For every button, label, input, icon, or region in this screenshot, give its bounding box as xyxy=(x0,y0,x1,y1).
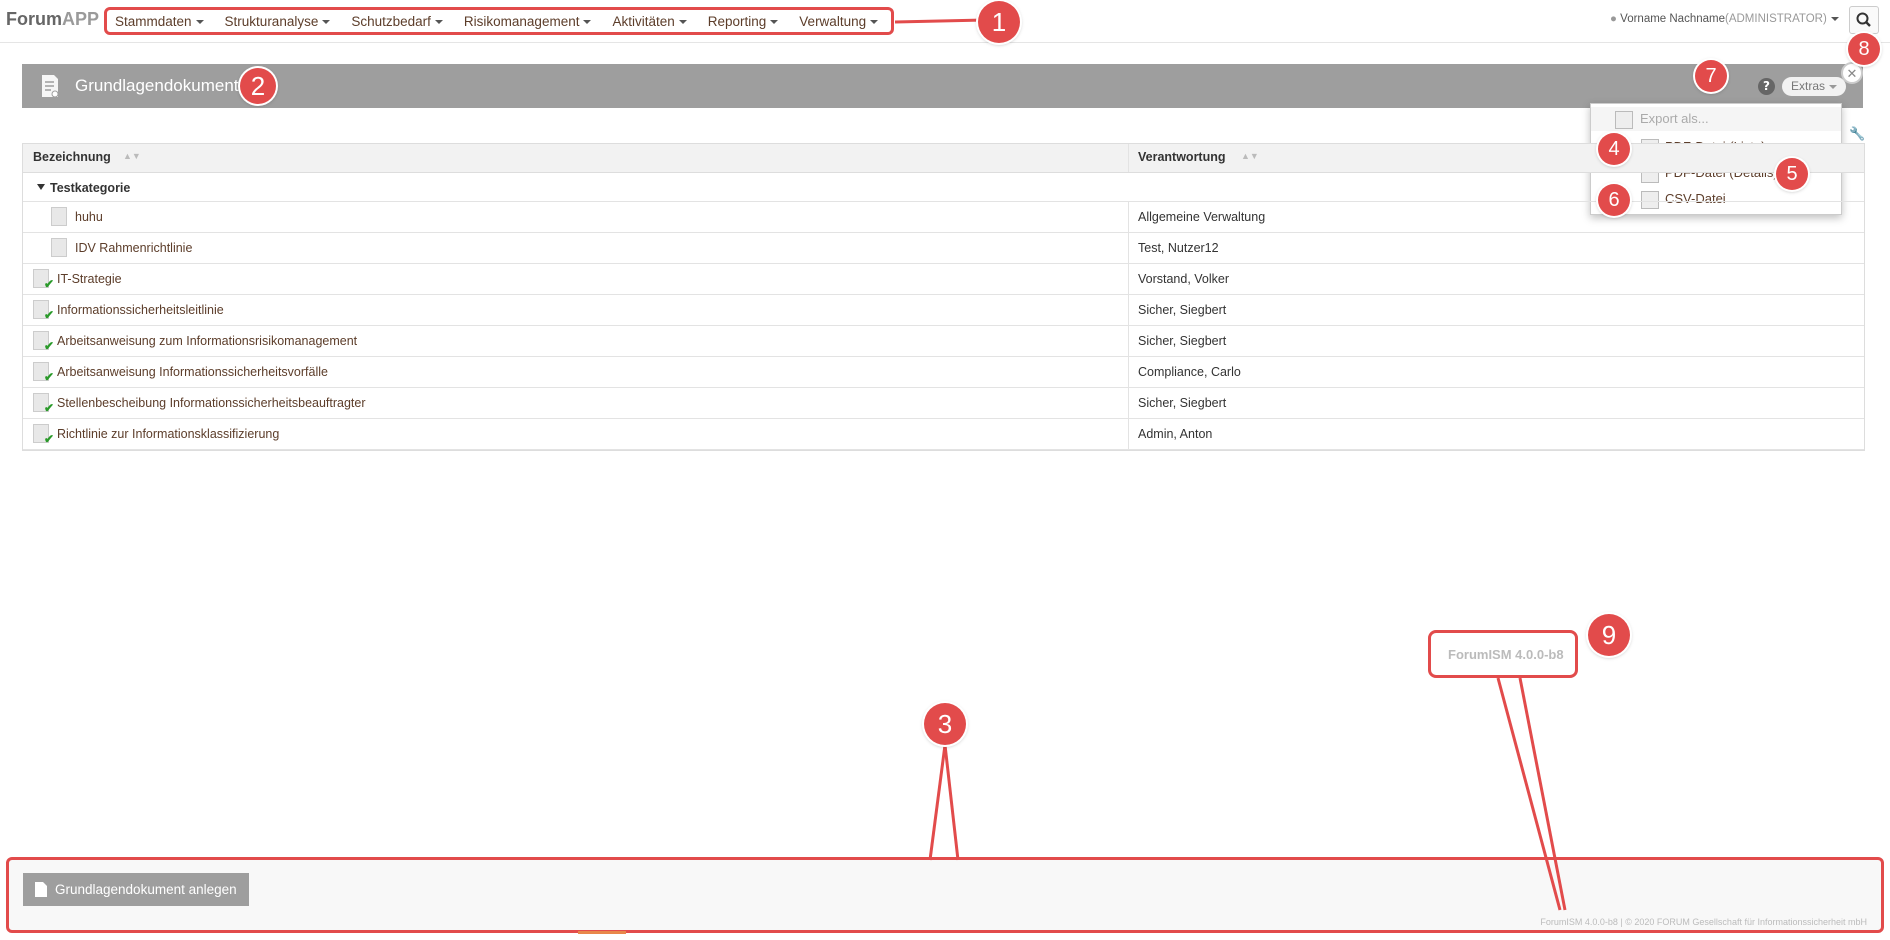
annotation-badge-1: 1 xyxy=(978,1,1020,43)
annotation-badge-2: 2 xyxy=(240,68,276,104)
annotation-badge-5: 5 xyxy=(1776,158,1808,190)
annotation-badge-7: 7 xyxy=(1695,60,1727,92)
annotation-badge-4: 4 xyxy=(1598,133,1630,165)
annotation-badge-8: 8 xyxy=(1848,33,1880,65)
annotation-badge-6: 6 xyxy=(1598,184,1630,216)
annotation-badge-9: 9 xyxy=(1588,614,1630,656)
annotation-badge-3: 3 xyxy=(924,703,966,745)
